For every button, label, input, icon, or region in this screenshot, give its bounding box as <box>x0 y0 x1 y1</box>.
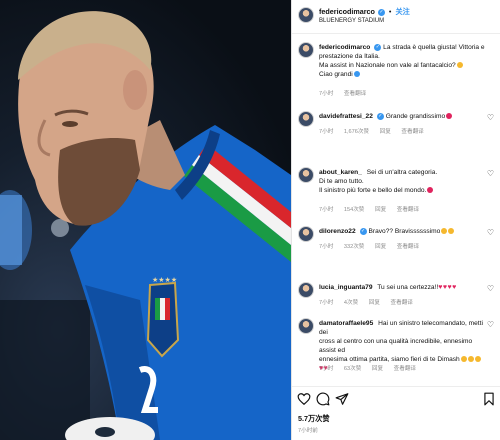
verified-badge-icon: ✓ <box>359 227 367 235</box>
verified-badge-icon: ✓ <box>374 43 382 51</box>
caption-text: federicodimarco ✓ La strada è quella gius… <box>319 43 487 79</box>
comment-likes[interactable]: 154次赞 <box>344 207 365 213</box>
red-heart-icon <box>446 113 453 119</box>
comment-avatar[interactable] <box>298 282 314 298</box>
comment-username[interactable]: dilorenzo22 <box>319 228 356 235</box>
svg-text:★★★★: ★★★★ <box>152 276 177 284</box>
likes-count[interactable]: 5.7万次赞 <box>298 414 330 424</box>
translate-link[interactable]: 查看翻译 <box>391 300 413 306</box>
comment-body: Grande grandissimo <box>385 113 446 120</box>
comment-avatar[interactable] <box>298 318 314 334</box>
separator-dot: • <box>388 7 392 16</box>
translate-link[interactable]: 查看翻译 <box>401 129 423 135</box>
comment-meta: 7小时 332次赞 回复 查看翻译 <box>319 242 428 250</box>
caption-username[interactable]: federicodimarco <box>319 44 370 51</box>
emoji-icon <box>474 356 481 362</box>
caption-line: La strada è quella giusta! Vittoria e <box>383 44 485 51</box>
comment-body: Sei di un'altra categoria. <box>366 169 438 176</box>
comment-avatar[interactable] <box>298 111 314 127</box>
post-location[interactable]: BLUENERGY STADIUM <box>319 18 384 24</box>
verified-badge-icon: ✓ <box>376 112 384 120</box>
comment-username[interactable]: lucia_inguanta79 <box>319 284 373 291</box>
translate-link[interactable]: 查看翻译 <box>394 366 416 372</box>
comment-like-heart-icon[interactable]: ♡ <box>487 320 494 329</box>
author-avatar[interactable] <box>298 7 314 23</box>
comment-body: Il sinistro più forte e bello del mondo. <box>319 187 427 194</box>
translate-link[interactable]: 查看翻译 <box>344 91 366 97</box>
bookmark-icon[interactable] <box>482 392 496 406</box>
caption-avatar[interactable] <box>298 42 314 58</box>
comment-text: about_karen_ Sei di un'altra categoria. … <box>319 168 487 195</box>
red-hearts-icon: ♥♥♥♥ <box>438 284 457 291</box>
emoji-icon <box>441 228 448 234</box>
translate-link[interactable]: 查看翻译 <box>397 207 419 213</box>
comment-time: 7小时 <box>319 129 334 135</box>
comment-time: 7小时 <box>319 366 334 372</box>
comment-username[interactable]: about_karen_ <box>319 169 362 176</box>
comment-body: Di te amo tutto. <box>319 178 364 185</box>
comment-like-heart-icon[interactable]: ♡ <box>487 169 494 178</box>
comment-body-last: Il sinistro più forte e bello del mondo. <box>319 186 487 195</box>
author-line: federicodimarco ✓ • 关注 <box>319 7 410 17</box>
comment-likes[interactable]: 63次赞 <box>344 366 361 372</box>
caption-time: 7小时 <box>319 91 334 97</box>
emoji-icon <box>448 228 455 234</box>
reply-link[interactable]: 回复 <box>375 207 386 213</box>
follow-button[interactable]: 关注 <box>395 7 409 16</box>
comment-like-heart-icon[interactable]: ♡ <box>487 284 494 293</box>
comment-avatar[interactable] <box>298 167 314 183</box>
reply-link[interactable]: 回复 <box>372 366 383 372</box>
comment-meta: 7小时 63次赞 回复 查看翻译 <box>319 364 425 372</box>
emoji-icon <box>456 62 463 68</box>
emoji-icon <box>460 356 467 362</box>
comment-body: Bravo?? Bravissssssimo <box>368 228 441 235</box>
caption-meta: 7小时 查看翻译 <box>319 89 375 97</box>
caption-line: Ma assist in Nazionale non vale al fanta… <box>319 62 456 69</box>
post-header: federicodimarco ✓ • 关注 BLUENERGY STADIUM <box>292 0 500 34</box>
instagram-post-view: ★★★★ federicodimarco ✓ • 关注 BLUENERGY ST… <box>0 0 500 440</box>
player-photo-illustration: ★★★★ <box>0 11 291 440</box>
post-photo[interactable]: ★★★★ <box>0 0 291 440</box>
comment-meta: 7小时 1,676次赞 回复 查看翻译 <box>319 127 433 135</box>
heart-icon[interactable] <box>297 392 311 406</box>
reply-link[interactable]: 回复 <box>375 244 386 250</box>
comment-time: 7小时 <box>319 300 334 306</box>
author-username[interactable]: federicodimarco <box>319 7 375 16</box>
comment-time: 7小时 <box>319 207 334 213</box>
comment-likes[interactable]: 4次赞 <box>344 300 358 306</box>
comment-like-heart-icon[interactable]: ♡ <box>487 228 494 237</box>
verified-badge-icon: ✓ <box>377 8 385 16</box>
reply-link[interactable]: 回复 <box>380 129 391 135</box>
comment-meta: 7小时 4次赞 回复 查看翻译 <box>319 298 422 306</box>
blue-heart-icon <box>353 71 360 77</box>
comment-text: lucia_inguanta79 Tu sei una certezza!!♥♥… <box>319 283 487 292</box>
post-side-panel: federicodimarco ✓ • 关注 BLUENERGY STADIUM… <box>291 0 500 440</box>
comment-avatar[interactable] <box>298 226 314 242</box>
comment-text: dilorenzo22 ✓ Bravo?? Bravissssssimo <box>319 227 487 236</box>
comment-text: davidefrattesi_22 ✓ Grande grandissimo <box>319 112 487 121</box>
comment-time: 7小时 <box>319 244 334 250</box>
comment-body: cross al centro con una qualità incredib… <box>319 338 473 354</box>
caption-line-fanta: Ma assist in Nazionale non vale al fanta… <box>319 61 487 70</box>
comment-body: ennesima ottima partita, siamo fieri di … <box>319 356 460 363</box>
comment-meta: 7小时 154次赞 回复 查看翻译 <box>319 205 428 213</box>
translate-link[interactable]: 查看翻译 <box>397 244 419 250</box>
comment-likes[interactable]: 1,676次赞 <box>344 129 369 135</box>
reply-link[interactable]: 回复 <box>369 300 380 306</box>
comment-like-heart-icon[interactable]: ♡ <box>487 113 494 122</box>
comment-body: Tu sei una certezza!! <box>377 284 439 291</box>
caption-line-ciao: Ciao grandi <box>319 70 487 79</box>
emoji-icon <box>467 356 474 362</box>
paper-plane-icon[interactable] <box>335 392 349 406</box>
comment-body-last: ennesima ottima partita, siamo fieri di … <box>319 355 487 364</box>
comment-username[interactable]: damatoraffaele95 <box>319 320 373 327</box>
red-heart-icon <box>427 187 434 193</box>
caption-line: prestazione da Italia. <box>319 53 380 60</box>
comment-username[interactable]: davidefrattesi_22 <box>319 113 373 120</box>
post-timestamp: 7小时前 <box>298 428 318 434</box>
post-action-bar <box>292 386 500 408</box>
comment-likes[interactable]: 332次赞 <box>344 244 365 250</box>
comment-bubble-icon[interactable] <box>316 392 330 406</box>
caption-line: Ciao grandi <box>319 71 353 78</box>
